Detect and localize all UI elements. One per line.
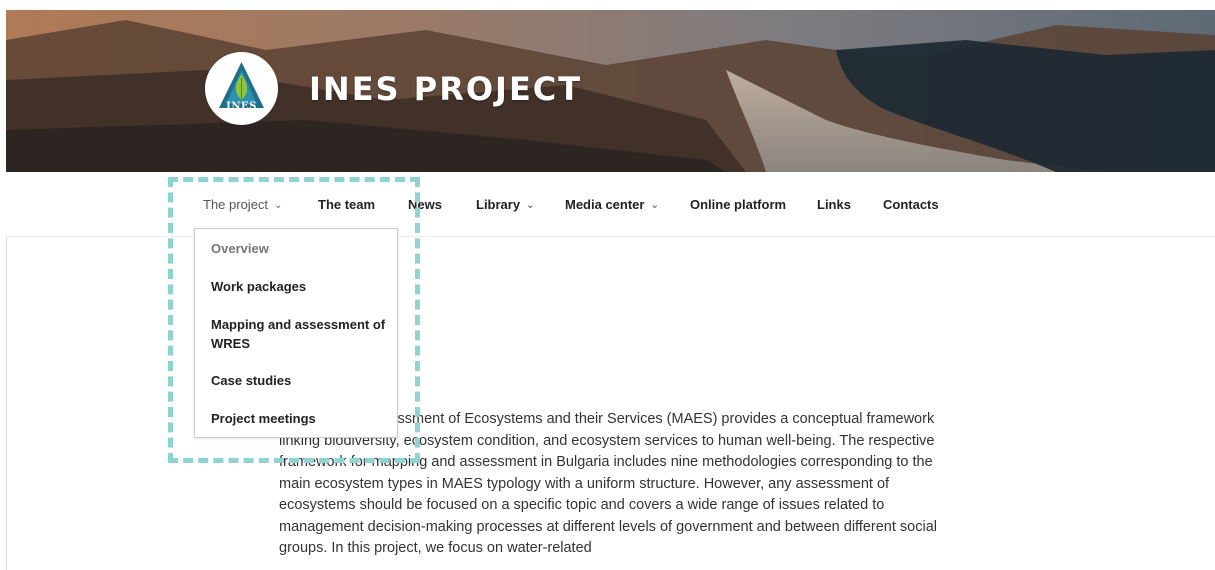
main-navigation: The project ⌄ The team News Library ⌄ Medi… [6,172,1215,237]
dropdown-item-case-studies[interactable]: Case studies [211,371,386,390]
nav-item-label: Media center [565,197,645,212]
nav-item-the-team[interactable]: The team [318,197,375,212]
chevron-down-icon: ⌄ [650,200,659,211]
nav-item-label: Online platform [690,197,787,212]
nav-item-links[interactable]: Links [817,197,851,212]
nav-item-online-platform[interactable]: Online platform [690,197,786,212]
nav-item-label: Library [476,197,521,212]
header-banner: INES INES PROJECT [6,10,1215,172]
site-title[interactable]: INES PROJECT [309,70,582,108]
chevron-down-icon: ⌄ [274,200,283,211]
landscape-image [6,10,1215,172]
dropdown-item-work-packages[interactable]: Work packages [211,277,386,296]
nav-item-label: News [408,197,442,212]
logo-text: INES [226,101,257,112]
dropdown-item-project-meetings[interactable]: Project meetings [211,409,386,428]
nav-item-label: Contacts [883,197,939,212]
dropdown-item-mapping-assessment[interactable]: Mapping and assessment of WRES [211,315,386,353]
nav-item-the-project[interactable]: The project ⌄ [203,197,282,212]
nav-item-label: Links [817,197,851,212]
nav-item-contacts[interactable]: Contacts [883,197,939,212]
nav-item-news[interactable]: News [408,197,442,212]
nav-item-label: The team [318,197,376,212]
nav-item-label: The project [203,197,269,212]
dropdown-item-overview[interactable]: Overview [211,239,386,258]
nav-item-library[interactable]: Library ⌄ [476,197,534,212]
project-dropdown-menu: Overview Work packages Mapping and asses… [194,228,398,438]
site-logo[interactable]: INES [205,52,278,125]
nav-item-media-center[interactable]: Media center ⌄ [565,197,659,212]
chevron-down-icon: ⌄ [526,200,535,211]
